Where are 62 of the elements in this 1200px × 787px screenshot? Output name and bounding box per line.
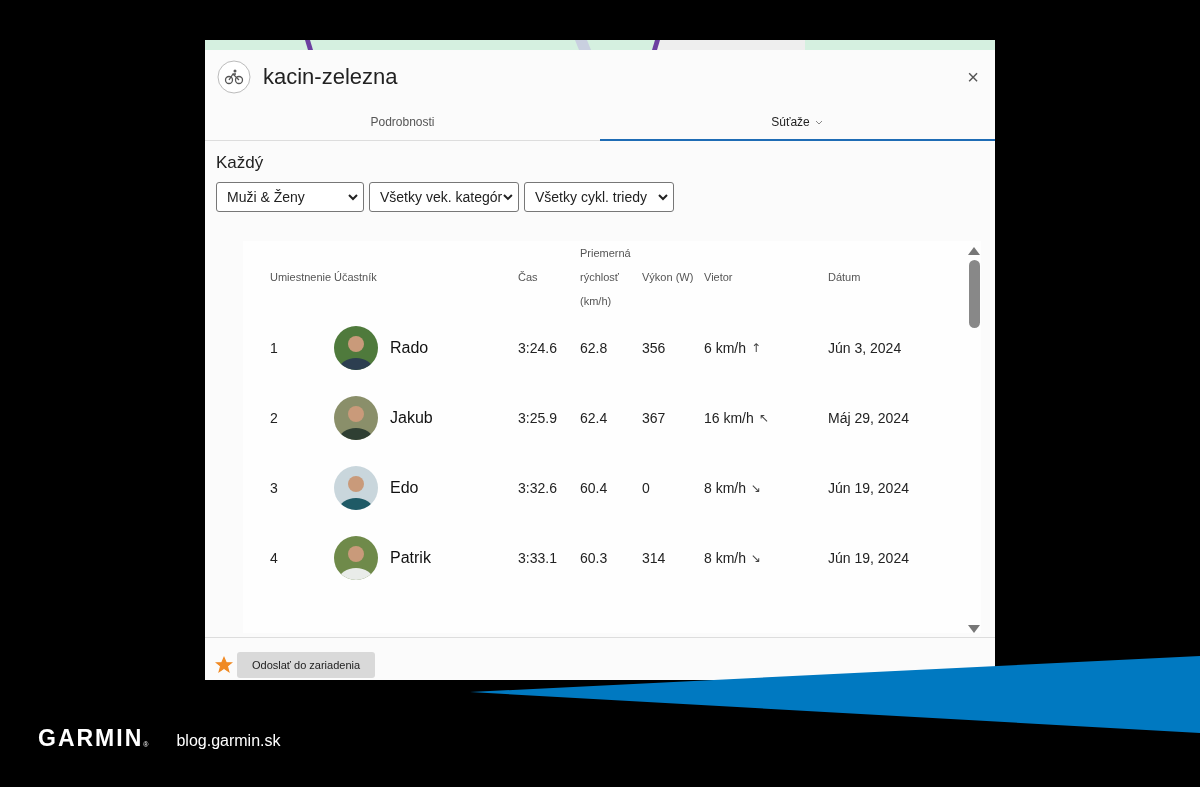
filter-heading: Každý xyxy=(216,153,265,173)
wind-speed: 6 km/h xyxy=(704,340,746,356)
wind-arrow: ↘ xyxy=(751,551,762,565)
table-cell-text: Jún 3, 2024 xyxy=(828,340,903,356)
table-cell-text: 3:25.9 xyxy=(518,410,558,426)
chevron-down-icon xyxy=(502,191,514,203)
avatar xyxy=(334,466,378,510)
participant-name: Jakub xyxy=(390,409,433,427)
site-address: blog.garmin.sk xyxy=(176,732,281,750)
table-cell-text: 367 xyxy=(642,410,667,426)
column-header: Vietor xyxy=(704,270,734,285)
send-to-device-button[interactable]: Odoslať do zariadenia xyxy=(237,652,376,678)
column-header: Výkon (W) xyxy=(642,270,695,285)
bicycle-icon xyxy=(217,60,251,94)
table-cell-text: 60.3 xyxy=(580,550,609,566)
participant-name: Edo xyxy=(390,479,419,497)
table-cell-text: 62.4 xyxy=(580,410,609,426)
table-cell-text: 3:24.6 xyxy=(518,340,558,356)
table-cell-text: 62.8 xyxy=(580,340,609,356)
scroll-down-icon[interactable] xyxy=(968,625,980,633)
column-header: Priemerná rýchlosť (km/h) xyxy=(580,246,632,309)
table-cell-text: 2 xyxy=(270,410,279,426)
chevron-down-icon xyxy=(657,191,669,203)
wind-speed: 8 km/h xyxy=(704,550,746,566)
brand-logo: GARMIN xyxy=(38,725,144,752)
wind-arrow: ↑ xyxy=(751,341,762,355)
participant-name: Rado xyxy=(390,339,429,357)
table-cell-text: 3:33.1 xyxy=(518,550,558,566)
wind-speed: 8 km/h xyxy=(704,480,746,496)
column-header: Účastník xyxy=(334,270,378,285)
filter-select[interactable]: Muži & Ženy xyxy=(216,182,364,212)
tab[interactable]: Súťaže xyxy=(600,104,995,141)
column-header: Čas xyxy=(518,270,539,285)
wind-arrow: ↘ xyxy=(751,481,762,495)
filter-select[interactable]: Všetky cykl. triedy xyxy=(524,182,674,212)
scrollbar-thumb[interactable] xyxy=(968,260,980,328)
table-cell-text: 4 xyxy=(270,550,279,566)
avatar xyxy=(334,536,378,580)
table-cell-text: 60.4 xyxy=(580,480,609,496)
table-cell-text: 1 xyxy=(270,340,279,356)
avatar xyxy=(334,396,378,440)
avatar xyxy=(334,326,378,370)
tab[interactable]: Podrobnosti xyxy=(205,104,600,141)
column-header: Dátum xyxy=(828,270,862,285)
scroll-up-icon[interactable] xyxy=(968,247,980,255)
star-icon[interactable] xyxy=(215,656,233,674)
chevron-down-icon xyxy=(347,191,359,203)
table-cell-text: Jún 19, 2024 xyxy=(828,480,910,496)
table-cell-text: 3:32.6 xyxy=(518,480,558,496)
column-header: Umiestnenie xyxy=(270,270,333,285)
table-cell-text: 314 xyxy=(642,550,667,566)
close-button[interactable]: × xyxy=(963,67,983,87)
table-cell-text: 3 xyxy=(270,480,279,496)
wind-speed: 16 km/h xyxy=(704,410,754,426)
table-cell-text: Jún 19, 2024 xyxy=(828,550,910,566)
filter-select[interactable]: Všetky vek. kategór xyxy=(369,182,519,212)
table-cell-text: Máj 29, 2024 xyxy=(828,410,910,426)
dialog-title: kacin-zelezna xyxy=(263,64,399,90)
wind-arrow: ↖ xyxy=(758,411,769,425)
table-cell-text: 0 xyxy=(642,480,651,496)
table-cell-text: 356 xyxy=(642,340,667,356)
participant-name: Patrik xyxy=(390,549,431,567)
